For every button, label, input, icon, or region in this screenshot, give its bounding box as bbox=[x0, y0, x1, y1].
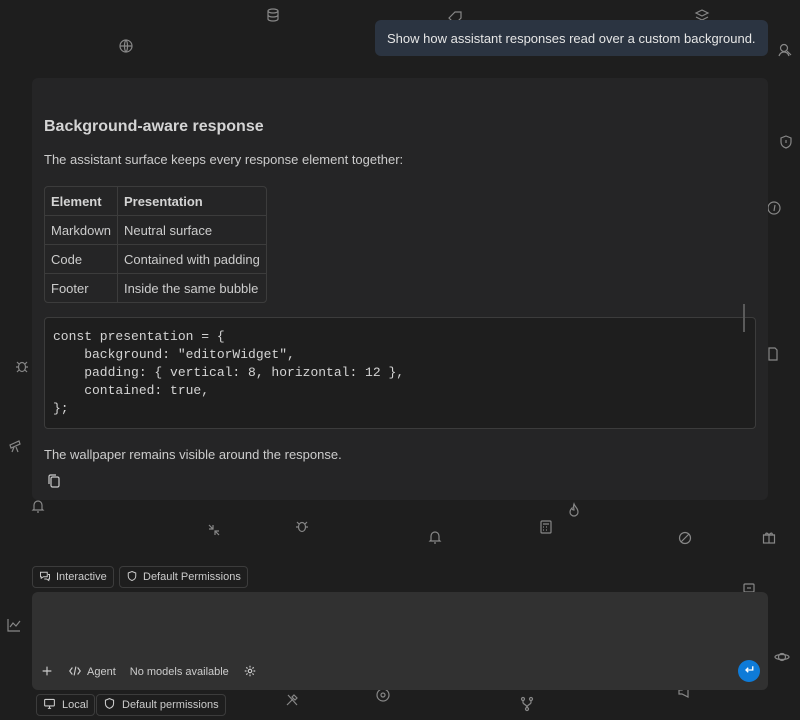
enter-arrow-icon bbox=[743, 664, 755, 679]
agent-picker[interactable]: Agent bbox=[68, 664, 116, 681]
person-search-icon bbox=[777, 42, 793, 58]
table-row: Footer Inside the same bubble bbox=[45, 274, 266, 302]
compass-icon bbox=[766, 200, 782, 216]
table-header-row: Element Presentation bbox=[45, 187, 266, 216]
user-message: Show how assistant responses read over a… bbox=[375, 20, 768, 56]
permissions-chip[interactable]: Default Permissions bbox=[119, 566, 248, 588]
bell-outline-icon bbox=[427, 529, 443, 545]
local-label: Local bbox=[62, 699, 89, 711]
response-intro: The assistant surface keeps every respon… bbox=[44, 152, 404, 167]
table-cell: Inside the same bubble bbox=[123, 280, 259, 296]
mode-chip-label: Interactive bbox=[56, 571, 107, 583]
graph-icon bbox=[6, 617, 22, 633]
settings-button[interactable] bbox=[243, 664, 257, 681]
agent-icon bbox=[68, 664, 82, 681]
database-icon bbox=[265, 7, 281, 23]
chat-input-box: Agent No models available bbox=[32, 592, 768, 690]
code-line: const presentation = { bbox=[53, 329, 225, 344]
table-cell: Contained with padding bbox=[117, 245, 266, 274]
response-title: Background-aware response bbox=[44, 118, 264, 135]
bell-icon bbox=[30, 498, 46, 514]
table-row: Markdown Neutral surface bbox=[45, 216, 266, 245]
code-line: padding: { vertical: 8, horizontal: 12 }… bbox=[53, 365, 405, 380]
chat-input[interactable] bbox=[42, 600, 758, 660]
local-chip[interactable]: Local bbox=[36, 694, 96, 716]
plus-icon bbox=[40, 664, 54, 681]
copy-icon[interactable] bbox=[46, 473, 62, 489]
table-cell: Code bbox=[45, 245, 118, 274]
table-header-cell: Element bbox=[45, 187, 118, 216]
tools-icon bbox=[284, 692, 300, 708]
input-toolbar: Agent No models available bbox=[40, 660, 760, 684]
code-scrollbar[interactable] bbox=[743, 304, 745, 332]
send-button[interactable] bbox=[738, 660, 760, 682]
shield-icon bbox=[103, 697, 116, 713]
permissions-chip-label: Default Permissions bbox=[143, 571, 241, 583]
telescope-icon bbox=[8, 437, 24, 453]
table-row: Code Contained with padding bbox=[45, 245, 266, 274]
planet-icon bbox=[774, 649, 790, 665]
response-outro: The wallpaper remains visible around the… bbox=[44, 447, 342, 462]
default-permissions-chip[interactable]: Default permissions bbox=[96, 694, 226, 716]
git-branch-icon bbox=[519, 696, 535, 712]
globe-icon bbox=[118, 38, 134, 54]
no-entry-icon bbox=[677, 530, 693, 546]
response-table: Element Presentation Markdown Neutral su… bbox=[44, 186, 267, 303]
shield-icon bbox=[126, 570, 138, 585]
table-header-cell: Presentation bbox=[117, 187, 266, 216]
bug-outline-icon bbox=[294, 518, 310, 534]
add-button[interactable] bbox=[40, 664, 54, 681]
code-block[interactable]: const presentation = { background: "edit… bbox=[44, 304, 756, 429]
mode-chip[interactable]: Interactive bbox=[32, 566, 114, 588]
assistant-response: Background-aware response The assistant … bbox=[32, 78, 768, 500]
table-cell: Footer bbox=[45, 274, 118, 302]
table-cell: Neutral surface bbox=[117, 216, 266, 245]
calculator-icon bbox=[538, 519, 554, 535]
gear-icon bbox=[243, 664, 257, 681]
model-label: No models available bbox=[129, 666, 229, 678]
shield-check-icon bbox=[778, 134, 794, 150]
table-cell: Markdown bbox=[45, 216, 118, 245]
code-line: background: "editorWidget", bbox=[53, 347, 295, 362]
flame-icon bbox=[566, 502, 582, 518]
model-picker[interactable]: No models available bbox=[130, 666, 229, 678]
gift-icon bbox=[761, 529, 777, 545]
agent-label: Agent bbox=[87, 666, 116, 678]
default-permissions-label: Default permissions bbox=[122, 699, 219, 711]
arrows-collapse-icon bbox=[206, 522, 222, 538]
bug-icon bbox=[14, 358, 30, 374]
monitor-icon bbox=[43, 697, 56, 713]
code-line: contained: true, bbox=[53, 383, 210, 398]
code-line: }; bbox=[53, 401, 69, 416]
chat-icon bbox=[39, 570, 51, 585]
